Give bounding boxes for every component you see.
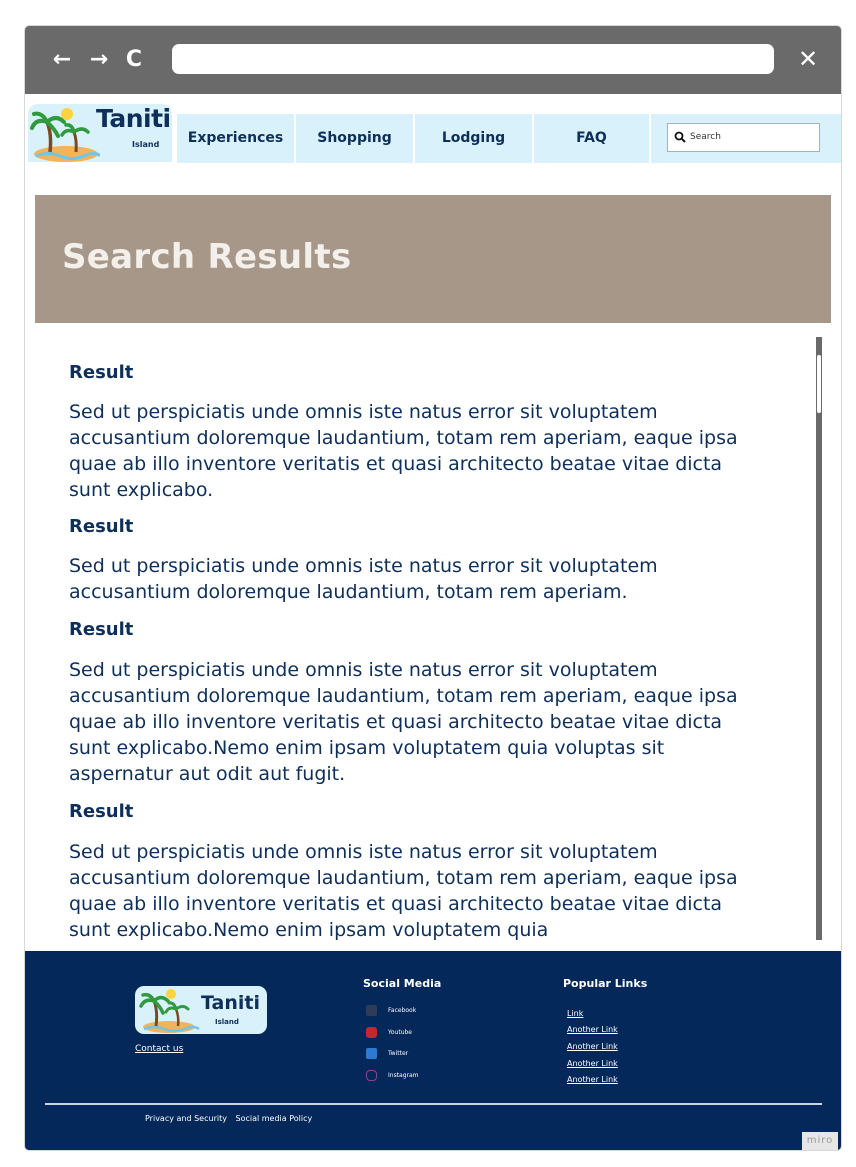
logo[interactable]: Taniti Island (28, 104, 172, 162)
result-body: Sed ut perspiciatis unde omnis iste natu… (69, 401, 738, 501)
popular-link[interactable]: Another Link (567, 1025, 618, 1034)
footer-logo[interactable]: Taniti Island (135, 986, 267, 1034)
result-body: Sed ut perspiciatis unde omnis iste natu… (69, 841, 738, 941)
site-footer: Taniti Island Contact us Social Media Fa… (25, 951, 841, 1150)
miro-watermark: miro (802, 1132, 838, 1150)
contact-us-link[interactable]: Contact us (135, 1044, 183, 1054)
social-policy-link[interactable]: Social media Policy (236, 1114, 313, 1123)
social-media-title: Social Media (363, 977, 442, 990)
result-heading[interactable]: Result (69, 801, 133, 822)
scrollbar-thumb[interactable] (817, 355, 821, 413)
footer-logo-subtitle: Island (215, 1018, 239, 1026)
hero-banner: Search Results (35, 195, 831, 323)
forward-arrow-icon[interactable]: → (86, 46, 112, 74)
result-heading[interactable]: Result (69, 619, 133, 640)
browser-toolbar: ← → C ✕ (25, 26, 841, 94)
search-field[interactable] (667, 123, 820, 152)
facebook-icon (366, 1005, 377, 1016)
result-heading[interactable]: Result (69, 362, 133, 383)
privacy-link[interactable]: Privacy and Security (145, 1114, 227, 1123)
legal-links: Privacy and Security Social media Policy (145, 1114, 318, 1123)
popular-link[interactable]: Link (567, 1009, 583, 1018)
footer-divider (45, 1103, 822, 1105)
results-list: Result Sed ut perspiciatis unde omnis is… (69, 346, 769, 946)
popular-links-title: Popular Links (563, 977, 648, 990)
twitter-icon (366, 1048, 377, 1059)
address-bar[interactable] (172, 44, 774, 74)
nav-experiences[interactable]: Experiences (177, 114, 294, 163)
reload-icon[interactable]: C (121, 46, 147, 74)
page-title: Search Results (62, 237, 352, 277)
logo-subtitle: Island (132, 140, 160, 149)
close-icon[interactable]: ✕ (793, 44, 823, 74)
social-label: Youtube (388, 1029, 412, 1036)
result-body: Sed ut perspiciatis unde omnis iste natu… (69, 659, 738, 785)
result-body: Sed ut perspiciatis unde omnis iste natu… (69, 555, 658, 603)
site-header: Taniti Island Experiences Shopping Lodgi… (25, 104, 841, 164)
popular-link[interactable]: Another Link (567, 1075, 618, 1084)
nav-shopping[interactable]: Shopping (296, 114, 413, 163)
result-heading[interactable]: Result (69, 516, 133, 537)
nav-faq[interactable]: FAQ (534, 114, 649, 163)
search-container (651, 114, 841, 163)
popular-link[interactable]: Another Link (567, 1042, 618, 1051)
social-label: Instagram (388, 1072, 419, 1079)
search-icon (674, 131, 686, 143)
social-label: Facebook (388, 1007, 417, 1014)
instagram-icon (366, 1070, 377, 1081)
palm-island-icon (30, 108, 100, 162)
popular-link[interactable]: Another Link (567, 1059, 618, 1068)
palm-island-icon (139, 989, 200, 1033)
youtube-icon (366, 1027, 377, 1038)
scrollbar[interactable] (816, 337, 822, 940)
search-input[interactable] (690, 129, 810, 145)
footer-logo-name: Taniti (201, 992, 260, 1014)
back-arrow-icon[interactable]: ← (49, 46, 75, 74)
browser-window: ← → C ✕ Taniti Island Experiences Shoppi… (25, 26, 841, 1150)
social-label: Twitter (388, 1050, 409, 1057)
logo-name: Taniti (96, 104, 171, 133)
nav-lodging[interactable]: Lodging (415, 114, 532, 163)
